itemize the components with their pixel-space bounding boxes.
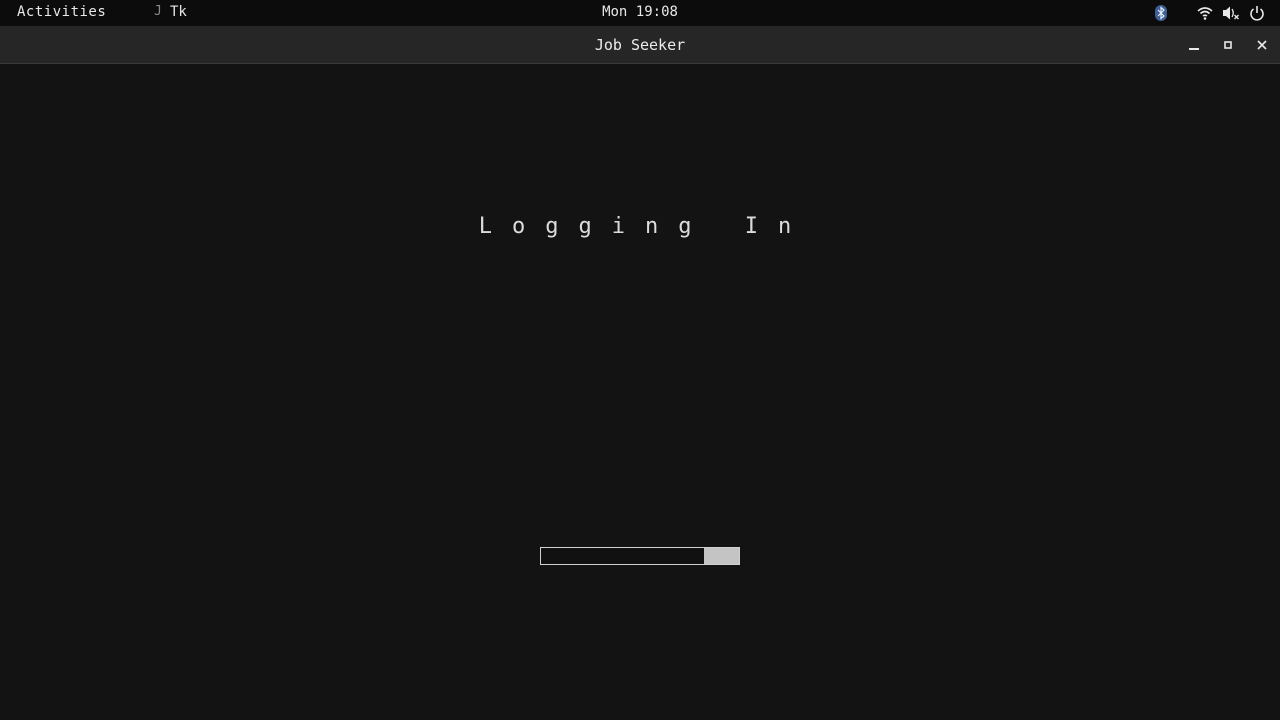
status-text: Logging In [478,214,812,239]
maximize-button[interactable] [1219,36,1237,54]
bluetooth-icon[interactable] [1152,4,1170,22]
power-icon[interactable] [1248,4,1266,22]
close-button[interactable] [1253,36,1271,54]
app-icon: J [154,4,162,19]
progress-indicator [704,548,739,564]
app-menu[interactable]: J Tk [154,4,187,20]
wifi-icon[interactable] [1196,4,1214,22]
progress-bar [540,547,740,565]
clock[interactable]: Mon 19:08 [602,4,678,20]
minimize-icon [1189,48,1199,50]
activities-button[interactable]: Activities [17,4,106,20]
main-content: Logging In [0,64,1280,720]
top-panel: Activities J Tk Mon 19:08 [0,0,1280,26]
window-title: Job Seeker [594,36,686,54]
system-tray[interactable] [1152,4,1266,22]
volume-muted-icon[interactable] [1222,4,1240,22]
clock-container: Mon 19:08 [0,4,1280,20]
minimize-button[interactable] [1185,36,1203,54]
window-titlebar[interactable]: Job Seeker [0,26,1280,64]
app-menu-label: Tk [170,4,187,20]
maximize-icon [1224,41,1232,49]
close-icon [1257,40,1267,50]
